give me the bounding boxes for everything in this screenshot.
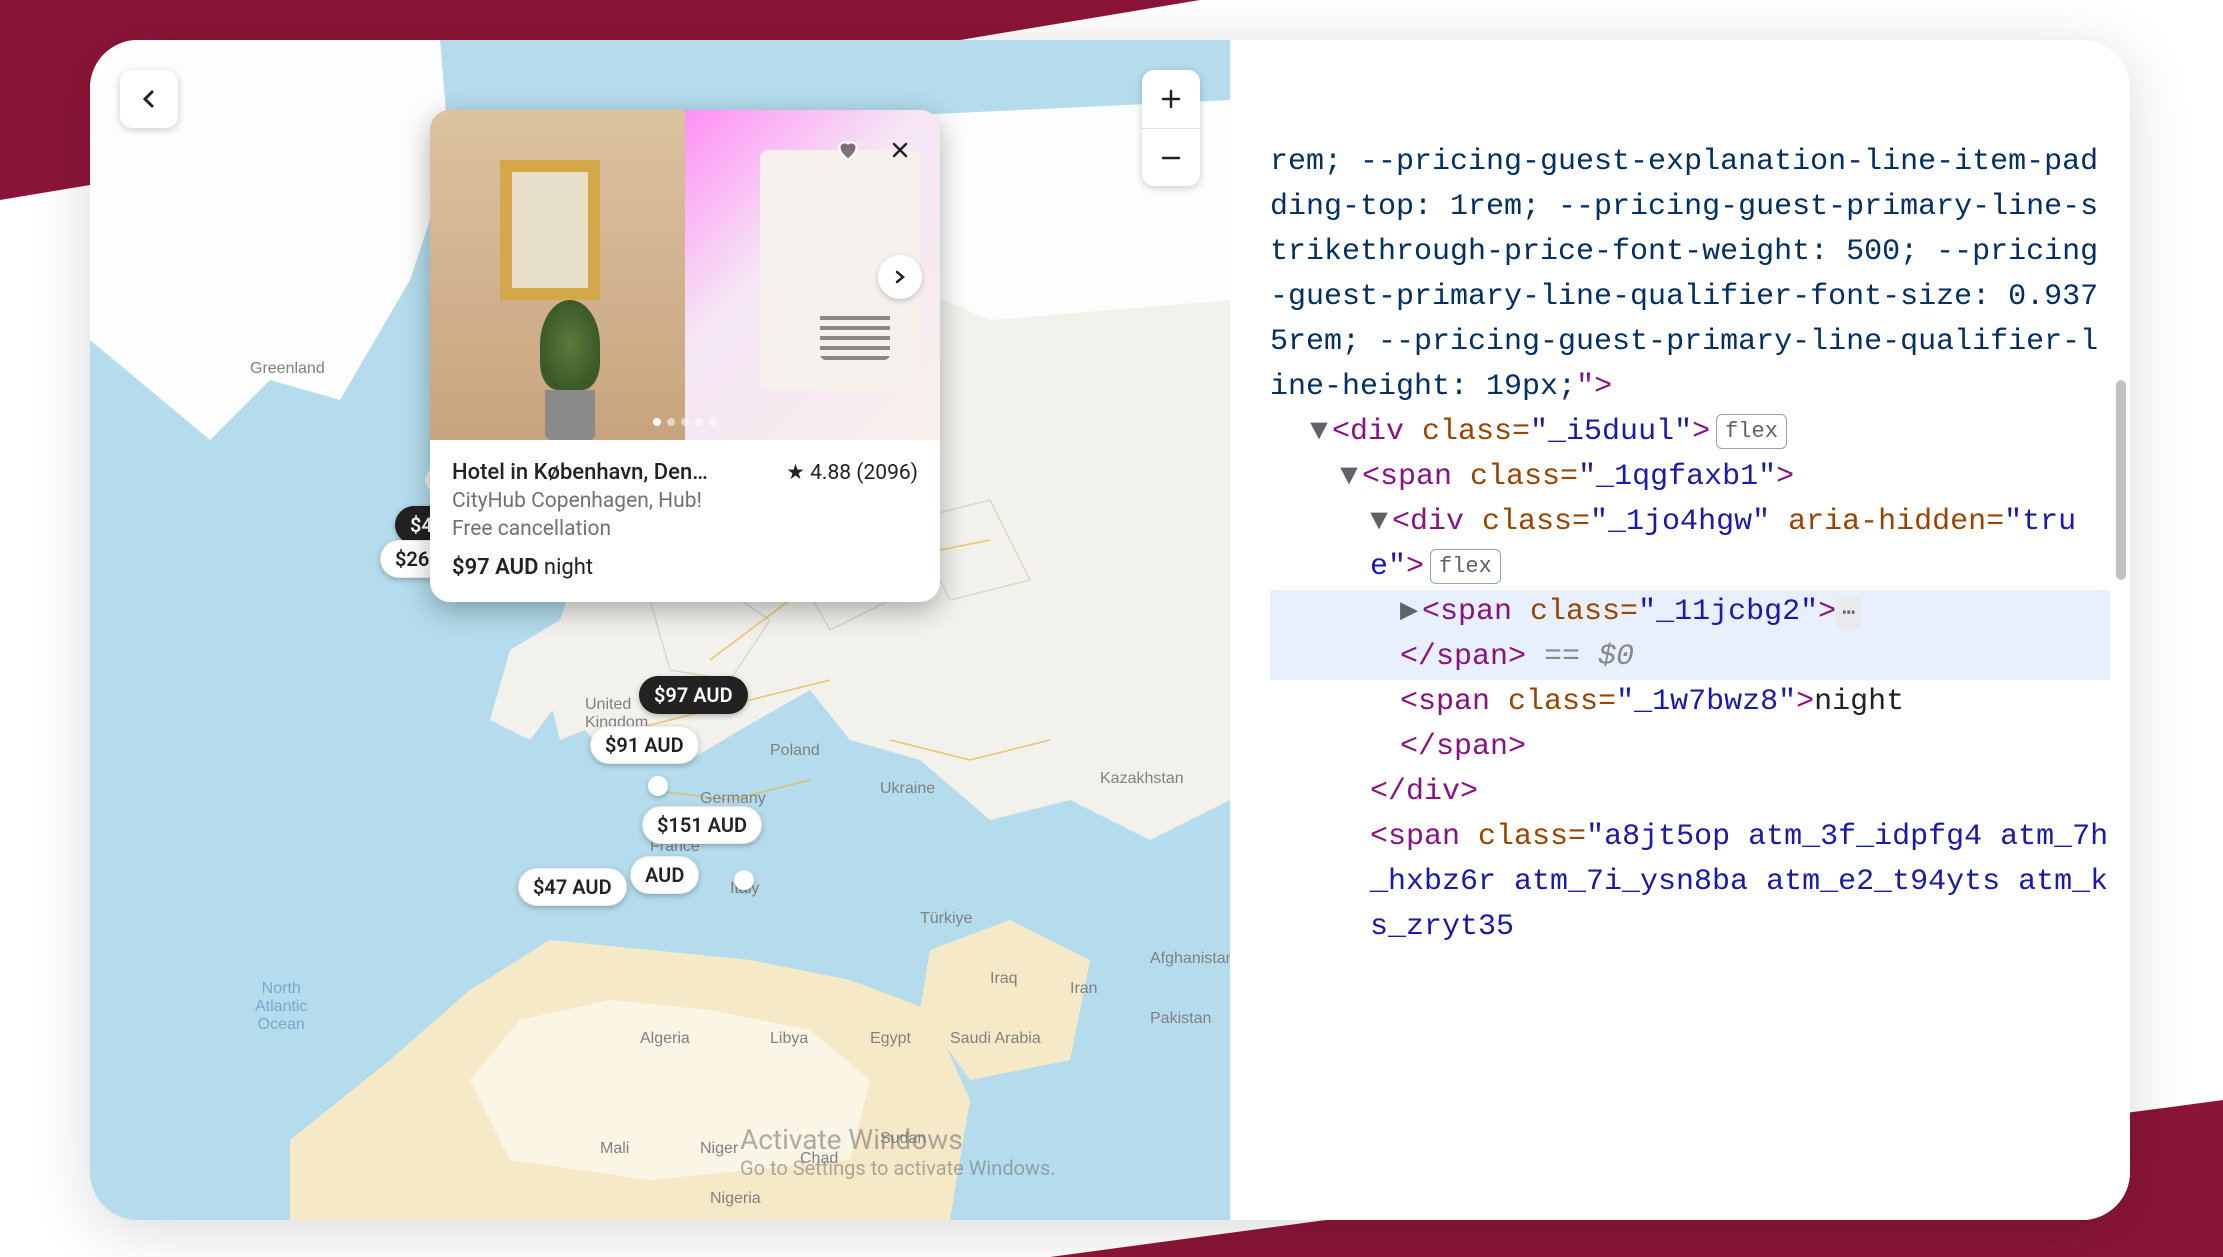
minus-icon (1160, 147, 1182, 169)
zoom-in-button[interactable] (1142, 70, 1200, 128)
listing-title: Hotel in København, Den… (452, 460, 776, 485)
price-pin-97-selected[interactable]: $97 AUD (639, 676, 748, 714)
devtools-node-div1[interactable]: ▼<div class="_i5duul">flex (1270, 410, 2110, 455)
price-dot-2[interactable] (734, 870, 754, 890)
map-pane[interactable]: Greenland North Atlantic Ocean United Ki… (90, 40, 1230, 1220)
plus-icon (1160, 88, 1182, 110)
close-listing-button[interactable] (878, 128, 922, 172)
listing-subtitle: CityHub Copenhagen, Hub! (452, 489, 918, 513)
price-pin-47[interactable]: $47 AUD (518, 868, 627, 906)
scrollbar-thumb[interactable] (2116, 380, 2126, 580)
price-pin-91[interactable]: $91 AUD (590, 726, 699, 764)
flex-badge[interactable]: flex (1430, 549, 1501, 584)
flex-badge[interactable]: flex (1716, 414, 1787, 449)
price-pin-151[interactable]: $151 AUD (642, 806, 762, 844)
devtools-node-div2[interactable]: ▼<div class="_1jo4hgw" aria-hidden="true… (1270, 500, 2110, 590)
heart-icon (835, 137, 861, 163)
close-icon (890, 140, 910, 160)
ellipsis-icon[interactable]: ⋯ (1836, 597, 1861, 630)
main-card: Greenland North Atlantic Ocean United Ki… (90, 40, 2130, 1220)
devtools-pane[interactable]: rem; --pricing-guest-explanation-line-it… (1230, 40, 2130, 1220)
listing-rating: ★ 4.88 (2096) (786, 460, 918, 485)
zoom-control (1142, 70, 1200, 186)
back-button[interactable] (120, 70, 178, 128)
favorite-button[interactable] (826, 128, 870, 172)
devtools-node-span3[interactable]: <span class="_1w7bwz8">night</span> (1270, 680, 2110, 770)
listing-price: $97 AUD night (452, 555, 918, 580)
listing-card: Hotel in København, Den… ★ 4.88 (2096) C… (430, 110, 940, 602)
windows-watermark: Activate Windows Go to Settings to activ… (740, 1123, 1056, 1180)
zoom-out-button[interactable] (1142, 128, 1200, 186)
devtools-node-span2-selected[interactable]: ▶<span class="_11jcbg2">⋯</span> == $0 (1270, 590, 2110, 680)
devtools-node-span1[interactable]: ▼<span class="_1qgfaxb1"> (1270, 455, 2110, 500)
devtools-node-span4[interactable]: <span class="a8jt5op atm_3f_idpfg4 atm_7… (1270, 815, 2110, 950)
listing-photo[interactable] (430, 110, 940, 440)
devtools-node-div2-close[interactable]: </div> (1270, 770, 2110, 815)
listing-policy: Free cancellation (452, 517, 918, 541)
chevron-right-icon (893, 270, 907, 284)
price-dot-1[interactable] (648, 776, 668, 796)
chevron-left-icon (139, 89, 159, 109)
price-pin-aud[interactable]: AUD (630, 856, 699, 894)
next-photo-button[interactable] (878, 255, 922, 299)
devtools-css-fragment: rem; --pricing-guest-explanation-line-it… (1270, 140, 2110, 410)
star-icon: ★ (786, 461, 805, 485)
photo-pagination (653, 418, 717, 426)
